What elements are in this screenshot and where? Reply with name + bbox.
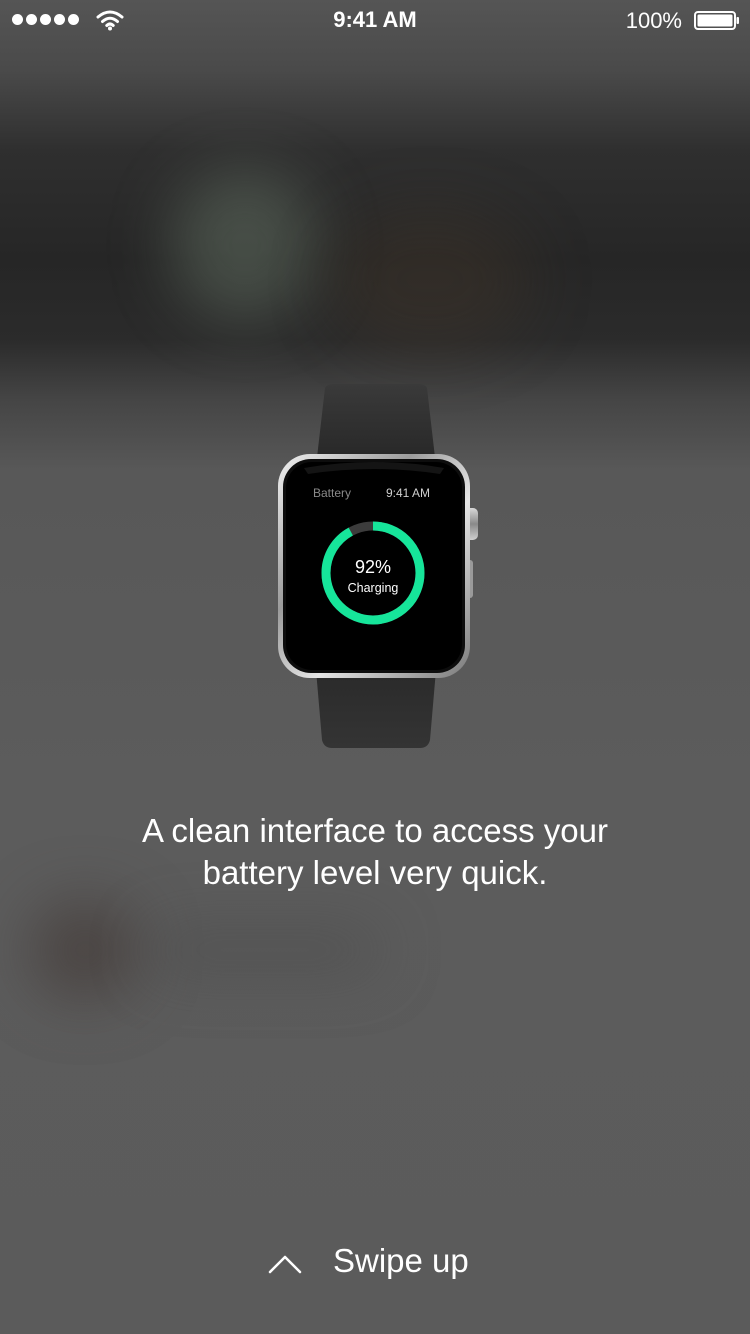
watch-time: 9:41 AM [385, 486, 430, 500]
watch-screen: Battery 9:41 AM 92% Charging [310, 476, 432, 626]
blurred-background-shape [330, 210, 530, 350]
blurred-background-shape [150, 930, 380, 970]
swipe-up-label: Swipe up [333, 1242, 469, 1279]
blurred-background-shape [170, 170, 320, 320]
battery-full-icon [694, 11, 739, 30]
onboarding-screen[interactable]: 9:41 AM 100% Battery 9:41 AM 92% Chargin… [0, 0, 750, 1334]
charging-status: Charging [347, 581, 399, 595]
caption-line: A clean interface to access your [142, 812, 608, 849]
status-bar: 9:41 AM 100% [0, 0, 750, 40]
onboarding-caption: A clean interface to access your battery… [60, 810, 690, 894]
apple-watch-preview: Battery 9:41 AM 92% Charging [270, 380, 482, 752]
battery-percentage: 100% [625, 8, 682, 33]
battery-level-text: 92% [354, 557, 392, 577]
caption-line: battery level very quick. [202, 854, 548, 891]
watch-app-title: Battery [313, 486, 352, 500]
swipe-up-control[interactable]: Swipe up [260, 1240, 500, 1290]
chevron-up-icon [268, 1255, 302, 1274]
blurred-background-shape [30, 900, 140, 1000]
